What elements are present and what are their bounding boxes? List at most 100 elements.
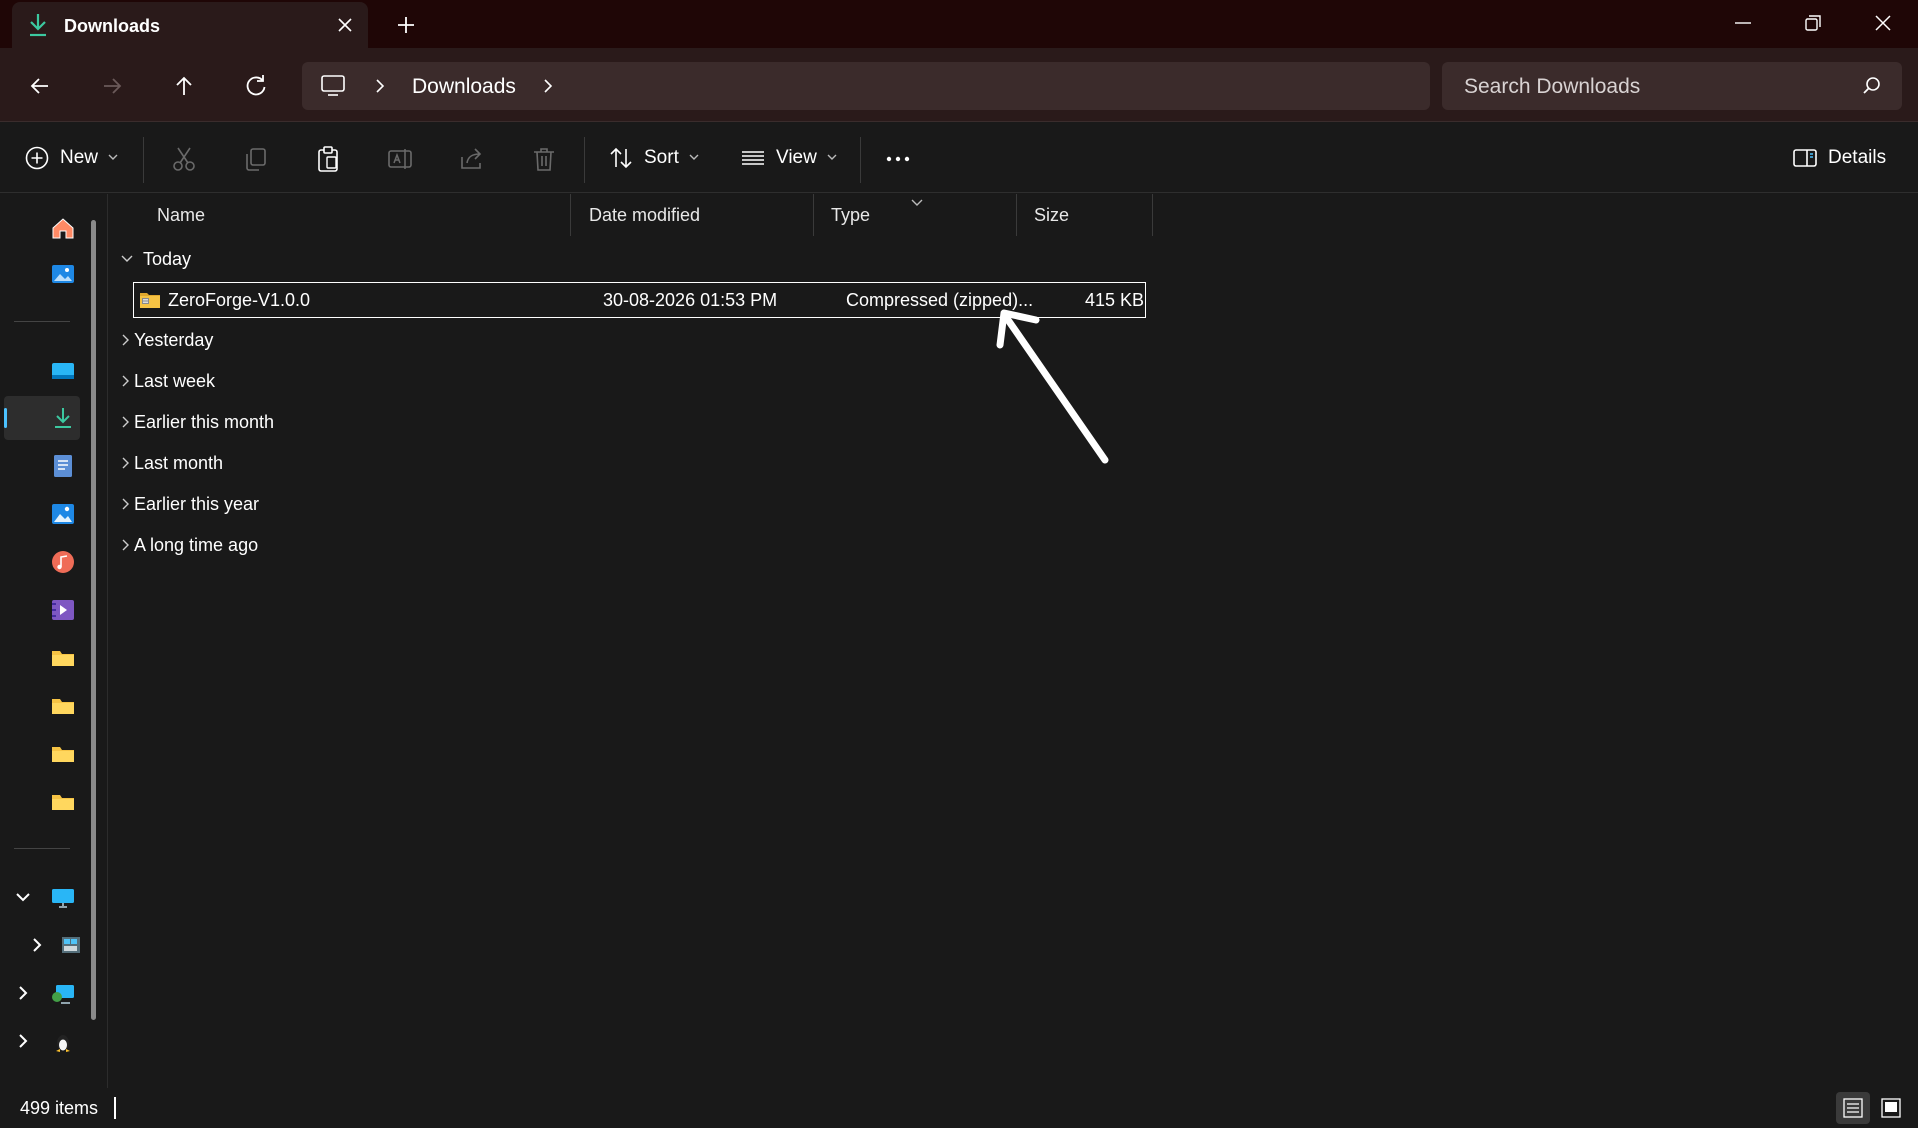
cut-icon[interactable] [170,145,198,173]
copy-icon[interactable] [242,145,270,173]
search-input[interactable]: Search Downloads [1464,75,1640,99]
chevron-down-icon [827,154,837,160]
text-cursor [114,1097,116,1119]
address-bar[interactable]: Downloads [302,62,1430,110]
linux-icon [56,1035,70,1052]
paste-icon[interactable] [314,145,342,173]
drive-icon [62,937,80,953]
sort-label: Sort [644,147,679,168]
chevron-right-icon [122,375,129,387]
sidebar-item-desktop[interactable] [4,349,80,393]
folder-icon [52,795,74,810]
rename-icon[interactable] [386,145,414,173]
new-button[interactable]: New [24,135,118,181]
sidebar-item-pictures[interactable] [4,492,80,536]
restore-button[interactable] [1778,0,1848,44]
column-divider[interactable] [1152,194,1153,236]
documents-icon [54,455,72,477]
sidebar-item-drive[interactable] [14,924,80,968]
column-type-label: Type [831,205,871,225]
group-header-a-long-time-ago[interactable]: A long time ago [119,531,359,563]
chevron-right-icon[interactable] [540,78,556,94]
group-header-today[interactable]: Today [121,245,321,277]
file-name: ZeroForge-V1.0.0 [168,290,311,310]
sidebar-divider [14,848,70,849]
navigation-pane [0,194,108,1088]
plus-icon[interactable] [393,12,419,38]
view-button[interactable]: View [740,135,837,181]
share-icon[interactable] [458,145,486,173]
column-name-label: Name [157,205,206,225]
search-icon[interactable] [1862,76,1882,96]
sidebar-scrollbar[interactable] [91,220,96,1020]
group-header-earlier-this-year[interactable]: Earlier this year [119,490,359,522]
new-label: New [60,147,99,168]
pictures-icon [52,504,74,524]
network-icon [52,985,74,1004]
toolbar-divider [860,137,861,183]
close-icon[interactable] [334,14,356,36]
close-window-button[interactable] [1848,0,1918,44]
minimize-button[interactable] [1708,0,1778,44]
delete-icon[interactable] [530,145,558,173]
details-pane-icon [1793,149,1817,167]
chevron-right-icon [122,416,129,428]
chevron-right-icon[interactable] [372,78,388,94]
column-header-name[interactable]: Name [109,194,570,236]
sidebar-item-folder[interactable] [4,636,80,680]
arrow-left-icon [30,78,48,94]
group-header-last-month[interactable]: Last month [119,449,359,481]
search-box[interactable]: Search Downloads [1442,62,1902,110]
sidebar-item-videos[interactable] [4,588,80,632]
breadcrumb-downloads[interactable]: Downloads [412,75,516,99]
group-label: Today [143,249,192,269]
view-label: View [776,147,817,168]
close-icon [1875,15,1891,31]
sidebar-item-this-pc[interactable] [4,876,80,920]
computer-icon[interactable] [320,74,346,98]
sidebar-item-gallery[interactable] [4,252,80,296]
tab-downloads[interactable]: Downloads [12,2,368,48]
details-view-button[interactable] [1836,1092,1870,1124]
details-label: Details [1828,147,1887,168]
group-header-earlier-this-month[interactable]: Earlier this month [119,408,359,440]
sidebar-item-downloads[interactable] [4,396,80,440]
tiles-view-button[interactable] [1874,1092,1908,1124]
chevron-right-icon [122,457,129,469]
file-row[interactable]: ZeroForge-V1.0.0 30-08-2026 01:53 PM Com… [133,282,1146,318]
file-date: 30-08-2026 01:53 PM [603,290,778,310]
details-pane-button[interactable]: Details [1792,135,1886,181]
sidebar-item-home[interactable] [4,206,80,250]
back-button[interactable] [22,68,58,104]
sidebar-item-music[interactable] [4,540,80,584]
column-header-date[interactable]: Date modified [571,194,813,236]
sidebar-item-network[interactable] [4,972,80,1016]
file-type: Compressed (zipped)... [846,290,1034,310]
arrow-up-icon [176,76,192,95]
chevron-right-icon [122,498,129,510]
column-header-size[interactable]: Size [1017,194,1152,236]
sidebar-item-documents[interactable] [4,444,80,488]
more-icon[interactable] [884,145,912,173]
chevron-right-icon [122,334,129,346]
sidebar-item-folder[interactable] [4,732,80,776]
forward-button[interactable] [94,68,130,104]
refresh-button[interactable] [238,68,274,104]
group-header-yesterday[interactable]: Yesterday [119,326,359,358]
column-size-label: Size [1034,205,1070,225]
sort-caret-icon [911,199,923,206]
sidebar-divider [14,321,70,322]
sort-button[interactable]: Sort [608,135,699,181]
details-view-icon [1843,1098,1863,1118]
file-list: Name Date modified Type Size Today ZeroF… [109,194,1918,1088]
title-bar: Downloads [0,0,1918,48]
sidebar-item-folder[interactable] [4,684,80,728]
sidebar-item-folder[interactable] [4,780,80,824]
sidebar-item-linux[interactable] [4,1020,80,1064]
zip-folder-icon [140,293,160,308]
group-header-last-week[interactable]: Last week [119,367,359,399]
chevron-right-icon [122,539,129,551]
chevron-down-icon [689,154,699,160]
desktop-icon [52,363,74,379]
up-button[interactable] [166,68,202,104]
